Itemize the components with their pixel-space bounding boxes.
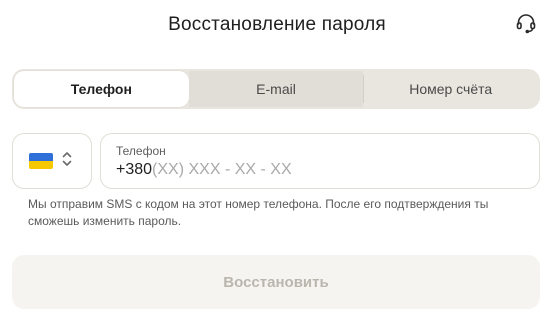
- phone-placeholder-mask: (XX) XXX - XX - XX: [152, 161, 292, 178]
- password-recovery-page: Восстановление пароля Телефон E-mail Ном…: [0, 0, 554, 324]
- phone-input[interactable]: Телефон +380(XX) XXX - XX - XX: [100, 133, 540, 189]
- chevron-updown-icon: [61, 150, 73, 173]
- phone-input-label: Телефон: [116, 144, 166, 158]
- phone-input-value: +380(XX) XXX - XX - XX: [116, 161, 292, 179]
- sms-hint-text: Мы отправим SMS с кодом на этот номер те…: [28, 197, 489, 228]
- country-code-select[interactable]: [12, 133, 92, 189]
- support-button[interactable]: [512, 11, 540, 39]
- restore-button[interactable]: Восстановить: [12, 255, 540, 309]
- phone-country-prefix: +380: [116, 161, 153, 178]
- tab-account-number[interactable]: Номер счёта: [363, 71, 538, 107]
- tab-email[interactable]: E-mail: [188, 71, 364, 107]
- recovery-method-tabs: Телефон E-mail Номер счёта: [12, 69, 540, 109]
- headset-support-icon: [514, 11, 538, 40]
- tab-phone[interactable]: Телефон: [14, 71, 189, 107]
- ukraine-flag-icon: [29, 153, 53, 169]
- page-title: Восстановление пароля: [168, 14, 386, 35]
